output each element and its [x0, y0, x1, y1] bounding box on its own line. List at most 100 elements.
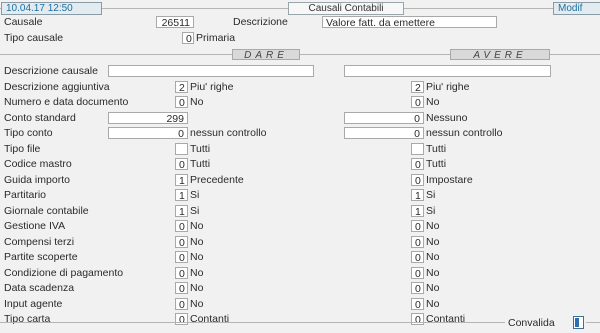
dare-value-input[interactable]: 0 [175, 220, 188, 232]
form-row: Partite scoperte 0 No 0 No [0, 249, 600, 265]
causale-label: Causale [4, 16, 43, 28]
dare-value-desc: Si [190, 205, 200, 217]
form-row: Condizione di pagamento 0 No 0 No [0, 265, 600, 281]
descrizione-label: Descrizione [233, 16, 288, 28]
dare-value-input[interactable]: 0 [175, 236, 188, 248]
avere-value-desc: Tutti [426, 143, 447, 155]
mode-indicator: Modif [553, 2, 600, 15]
form-row: Tipo file Tutti Tutti [0, 141, 600, 157]
row-label: Data scadenza [4, 282, 75, 294]
tipo-causale-input[interactable]: 0 [182, 32, 194, 44]
row-label: Condizione di pagamento [4, 267, 124, 279]
dare-value-desc: Piu' righe [190, 81, 234, 93]
row-label: Giornale contabile [4, 205, 89, 217]
form-row: Gestione IVA 0 No 0 No [0, 218, 600, 234]
date-time-display: 10.04.17 12:50 [1, 2, 102, 15]
row-label: Partitario [4, 189, 47, 201]
dare-value-input[interactable]: 0 [175, 313, 188, 325]
dare-value-desc: Tutti [190, 158, 211, 170]
avere-value-input[interactable]: 0 [344, 127, 424, 139]
row-label: Descrizione causale [4, 65, 98, 77]
avere-value-desc: Piu' righe [426, 81, 470, 93]
tipo-causale-desc: Primaria [196, 32, 236, 44]
form-row: Giornale contabile 1 Si 1 Si [0, 203, 600, 219]
form-row: Descrizione causale [0, 63, 600, 79]
descrizione-input[interactable]: Valore fatt. da emettere [322, 16, 497, 28]
avere-value-input[interactable]: 0 [411, 251, 424, 263]
dare-value-desc: No [190, 267, 204, 279]
dare-value-desc: Contanti [190, 313, 230, 325]
dare-value-input[interactable]: 299 [108, 112, 188, 124]
avere-description-input[interactable] [344, 65, 551, 77]
footer-rule-end [586, 322, 600, 323]
avere-value-input[interactable]: 0 [411, 282, 424, 294]
avere-value-input[interactable]: 0 [411, 298, 424, 310]
form-row: Compensi terzi 0 No 0 No [0, 234, 600, 250]
row-label: Partite scoperte [4, 251, 78, 263]
form-row: Descrizione aggiuntiva 2 Piu' righe 2 Piu' r… [0, 79, 600, 95]
dare-value-input[interactable]: 1 [175, 205, 188, 217]
form-row: Input agente 0 No 0 No [0, 296, 600, 312]
avere-value-desc: No [426, 282, 440, 294]
avere-value-input[interactable]: 0 [411, 267, 424, 279]
avere-value-input[interactable]: 0 [411, 236, 424, 248]
row-label: Tipo carta [4, 313, 51, 325]
dare-value-desc: No [190, 96, 204, 108]
window-title: Causali Contabili [288, 2, 404, 15]
footer-rule [0, 322, 505, 323]
avere-value-input[interactable]: 1 [411, 189, 424, 201]
avere-value-input[interactable]: 0 [344, 112, 424, 124]
row-label: Numero e data documento [4, 96, 129, 108]
row-label: Compensi terzi [4, 236, 75, 248]
avere-value-input[interactable]: 0 [411, 96, 424, 108]
row-label: Gestione IVA [4, 220, 66, 232]
dare-value-desc: Si [190, 189, 200, 201]
avere-value-input[interactable]: 0 [411, 220, 424, 232]
dare-value-input[interactable] [175, 143, 188, 155]
dare-value-desc: Precedente [190, 174, 244, 186]
form-row: Tipo conto 0 nessun controllo 0 nessun contr… [0, 125, 600, 141]
avere-value-input[interactable] [411, 143, 424, 155]
dare-value-desc: No [190, 298, 204, 310]
dare-value-input[interactable]: 0 [175, 251, 188, 263]
form-row: Guida importo 1 Precedente 0 Impostare [0, 172, 600, 188]
avere-value-desc: Tutti [426, 158, 447, 170]
dare-value-input[interactable]: 0 [175, 298, 188, 310]
avere-value-desc: No [426, 236, 440, 248]
avere-value-input[interactable]: 0 [411, 158, 424, 170]
dare-description-input[interactable] [108, 65, 314, 77]
avere-value-desc: No [426, 96, 440, 108]
dare-value-input[interactable]: 1 [175, 174, 188, 186]
causale-input[interactable]: 26511 [156, 16, 194, 28]
dare-value-input[interactable]: 0 [108, 127, 188, 139]
avere-value-input[interactable]: 2 [411, 81, 424, 93]
row-label: Codice mastro [4, 158, 72, 170]
avere-section-header: AVERE [450, 49, 550, 61]
avere-value-input[interactable]: 1 [411, 205, 424, 217]
avere-value-input[interactable]: 0 [411, 174, 424, 186]
avere-value-desc: Nessuno [426, 112, 468, 124]
row-label: Tipo file [4, 143, 41, 155]
dare-value-input[interactable]: 0 [175, 158, 188, 170]
avere-value-input[interactable]: 0 [411, 313, 424, 325]
tipo-causale-label: Tipo causale [4, 32, 64, 44]
avere-value-desc: Si [426, 189, 436, 201]
form-row: Conto standard 299 0 Nessuno [0, 110, 600, 126]
dare-value-desc: No [190, 282, 204, 294]
dare-value-desc: Tutti [190, 143, 211, 155]
avere-value-desc: Impostare [426, 174, 473, 186]
row-label: Input agente [4, 298, 63, 310]
avere-value-desc: No [426, 298, 440, 310]
dare-value-input[interactable]: 2 [175, 81, 188, 93]
avere-value-desc: Si [426, 205, 436, 217]
dare-value-input[interactable]: 0 [175, 282, 188, 294]
dare-value-input[interactable]: 1 [175, 189, 188, 201]
save-icon[interactable] [573, 316, 584, 329]
row-label: Tipo conto [4, 127, 53, 139]
form-row: Codice mastro 0 Tutti 0 Tutti [0, 156, 600, 172]
dare-value-input[interactable]: 0 [175, 96, 188, 108]
dare-value-input[interactable]: 0 [175, 267, 188, 279]
dare-value-desc: No [190, 236, 204, 248]
avere-value-desc: No [426, 267, 440, 279]
form-row: Numero e data documento 0 No 0 No [0, 94, 600, 110]
